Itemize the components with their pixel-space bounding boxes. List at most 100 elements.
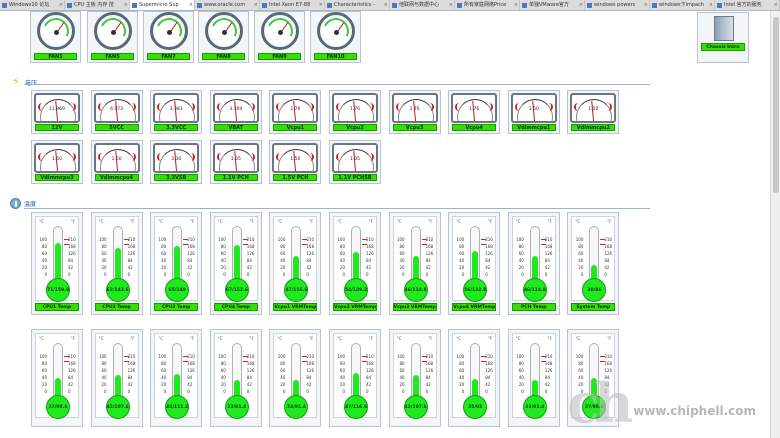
thermometer-bulb: 54/129.2 — [344, 278, 368, 302]
scale-celsius: 100 80 60 40 20 0 — [516, 354, 524, 394]
browser-tab[interactable]: 他联网与数据中心 × — [390, 0, 455, 10]
temperature-value: 44/111.2 — [166, 404, 189, 410]
browser-tab[interactable]: 所有家庭网络Price × — [455, 0, 520, 10]
unit-fahrenheit: °F — [547, 219, 552, 224]
scale-tick: 80 — [518, 361, 524, 366]
close-icon[interactable]: × — [449, 0, 454, 10]
browser-tab[interactable]: Intel 官方的服务 × — [715, 0, 780, 10]
scale-tick: 168 — [306, 361, 315, 366]
unit-fahrenheit: °F — [487, 219, 493, 224]
thermometer-tube — [410, 343, 421, 399]
browser-tab[interactable]: www.oracle.com × — [195, 0, 260, 10]
close-icon[interactable]: × — [189, 0, 194, 10]
browser-tab[interactable]: windows下impach × — [650, 0, 715, 10]
temperature-value: 71/159.8 — [46, 287, 70, 293]
thermometer-bulb: 33/91.4 — [522, 395, 547, 419]
close-icon[interactable]: × — [384, 0, 389, 10]
scale-tick: 210 — [246, 354, 255, 359]
thermometer-tube — [53, 226, 63, 282]
temperature-gauge: °C °F 100 80 60 40 20 0 210 168 126 84 42 0 33/91.4 — [209, 329, 262, 427]
fan-label: FAN5 — [91, 53, 134, 60]
scale-tick: 168 — [425, 244, 434, 249]
high-mark — [123, 239, 129, 240]
scale-tick: 0 — [127, 389, 131, 394]
scale-tick: 84 — [187, 258, 193, 263]
temperature-gauge: °C °F 100 80 60 40 20 0 210 168 126 84 42 0 65/149 CPU3… — [150, 212, 203, 315]
temperature-gauge: °C °F 100 80 60 40 20 0 210 168 126 84 42 0 46/114.8 Vc… — [388, 212, 441, 315]
scale-tick: 168 — [127, 244, 136, 249]
close-icon[interactable]: × — [124, 0, 129, 10]
scale-tick: 126 — [544, 251, 553, 256]
browser-tab[interactable]: CPU 主板 内存 技 × — [65, 0, 130, 10]
browser-tab[interactable]: 单独VMware官方 × — [520, 0, 585, 10]
scale-tick: 20 — [459, 382, 465, 387]
thermometer-face: °C °F 100 80 60 40 20 0 210 168 126 84 42 0 35/95 — [452, 333, 497, 419]
scale-tick: 126 — [544, 368, 553, 373]
scale-tick: 40 — [518, 375, 524, 380]
close-icon[interactable]: × — [709, 0, 714, 10]
crit-mark — [242, 244, 248, 245]
browser-tab[interactable]: Supermicro Sup × — [130, 0, 195, 10]
browser-tab[interactable]: Intel Xeon E7-88 × — [260, 0, 325, 10]
crit-mark — [123, 361, 129, 362]
close-icon[interactable]: × — [774, 0, 779, 10]
scale-tick: 60 — [459, 251, 465, 256]
crit-mark — [64, 244, 69, 245]
scale-tick: 126 — [187, 368, 195, 373]
close-icon[interactable]: × — [254, 0, 259, 10]
scale-tick: 60 — [280, 251, 286, 256]
fan-hub — [334, 30, 339, 35]
temperature-label: CPU4 Temp — [213, 303, 258, 311]
scale-tick: 80 — [459, 361, 465, 366]
scale-tick: 80 — [220, 244, 226, 249]
browser-tab[interactable]: windows powers × — [585, 0, 650, 10]
scale-tick: 100 — [396, 237, 405, 242]
scale-tick: 20 — [41, 382, 47, 387]
favicon-icon — [197, 3, 202, 8]
chiphell-logo: ch — [567, 371, 633, 435]
scale-tick: 84 — [485, 258, 491, 263]
scrollbar-thumb[interactable] — [773, 17, 779, 193]
thermometer-bulb: 44/111.2 — [165, 395, 190, 419]
close-icon[interactable]: × — [579, 0, 584, 10]
vertical-scrollbar[interactable] — [770, 11, 780, 438]
scale-tick: 40 — [339, 258, 345, 263]
scale-tick: 210 — [366, 237, 374, 242]
close-icon[interactable]: × — [514, 0, 519, 10]
tab-title: www.oracle.com — [204, 2, 246, 8]
temperature-label: CPU1 Temp — [35, 303, 79, 311]
voltage-gauge: 3.169VBAT — [209, 90, 262, 134]
scale-tick: 0 — [521, 389, 524, 394]
voltage-section-header: ⚡ 电压 — [12, 76, 37, 88]
close-icon[interactable]: × — [59, 0, 64, 10]
scale-tick: 60 — [220, 368, 226, 373]
temperature-gauge: °C °F 100 80 60 40 20 0 210 168 126 84 42 0 71/159.8 CP… — [31, 212, 83, 315]
scale-tick: 40 — [399, 375, 405, 380]
browser-tab[interactable]: Windows10 论坛 × — [0, 0, 65, 10]
thermometer-tube — [410, 226, 421, 282]
scale-tick: 210 — [366, 354, 374, 359]
thermometer-tube — [291, 343, 302, 399]
scale-tick: 168 — [544, 361, 553, 366]
scale-tick: 80 — [578, 361, 584, 366]
scale-fahrenheit: 210 168 126 84 42 0 — [485, 237, 493, 277]
fan-hub — [54, 30, 59, 35]
scale-tick: 168 — [604, 361, 613, 366]
temperature-value: 56/132.8 — [464, 287, 487, 293]
scale-tick: 210 — [544, 354, 553, 359]
high-mark — [481, 356, 487, 357]
scale-tick: 42 — [544, 382, 550, 387]
voltage-dial: 1.05 — [212, 143, 259, 173]
browser-tab[interactable]: Characteristics - × — [325, 0, 390, 10]
voltage-gauge: 4.9735VCC — [90, 90, 143, 134]
thermometer-bulb: 30/86 — [582, 278, 607, 302]
scale-tick: 42 — [246, 382, 252, 387]
crit-mark — [242, 361, 248, 362]
voltage-dial: 1.50 — [34, 143, 80, 173]
temperature-label: CPU3 Temp — [154, 303, 199, 311]
temperature-value: 46/114.8 — [523, 287, 546, 293]
close-icon[interactable]: × — [644, 0, 649, 10]
close-icon[interactable]: × — [319, 0, 324, 10]
thermometer-face: °C °F 100 80 60 40 20 0 210 168 126 84 42 0 44/111.2 — [154, 333, 199, 419]
scale-tick: 40 — [518, 258, 524, 263]
